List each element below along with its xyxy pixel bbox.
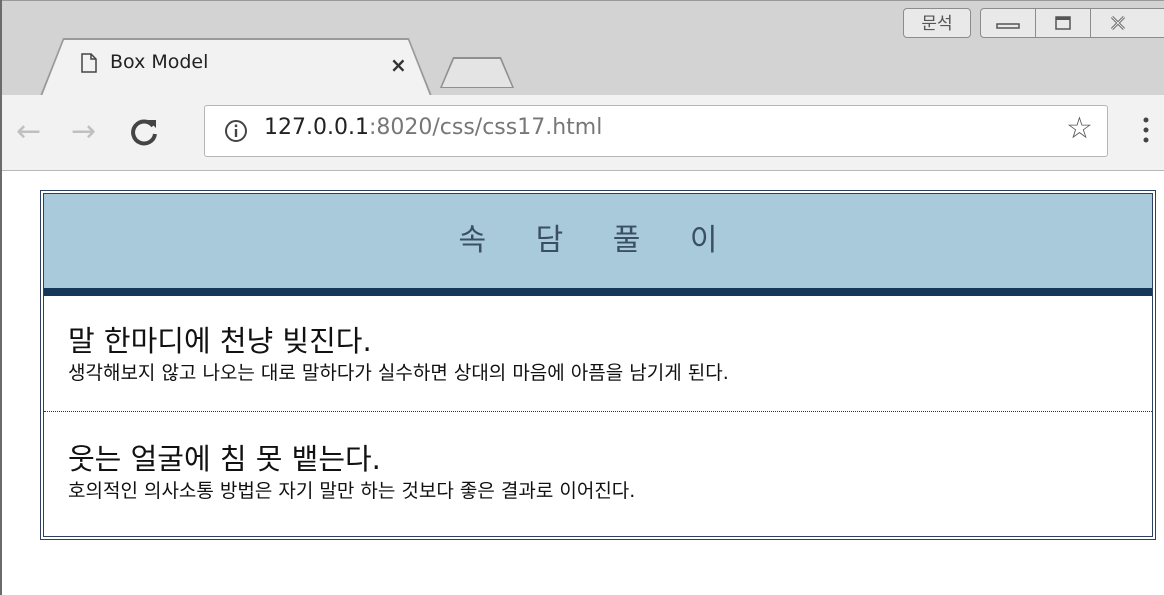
proverb-box: 속 담 풀 이 말 한마디에 천냥 빚진다. 생각해보지 않고 나오는 대로 말… bbox=[40, 190, 1156, 540]
tab-close-icon[interactable]: × bbox=[390, 53, 407, 77]
menu-icon[interactable] bbox=[1142, 115, 1150, 145]
info-icon[interactable] bbox=[224, 119, 248, 143]
minimize-button[interactable] bbox=[980, 8, 1036, 38]
new-tab-button[interactable] bbox=[442, 59, 512, 87]
url-host: 127.0.0.1 bbox=[264, 115, 369, 140]
proverb-text: 말 한마디에 천냥 빚진다. bbox=[68, 324, 372, 358]
browser-window: Box Model × 문석 ← → 127.0.0.1:8020/css/cs… bbox=[0, 0, 1164, 595]
ime-button[interactable]: 문석 bbox=[903, 8, 971, 38]
tab-box-model[interactable] bbox=[42, 40, 430, 96]
box-header: 속 담 풀 이 bbox=[44, 194, 1152, 296]
url-path: :8020/css/css17.html bbox=[368, 115, 603, 140]
back-arrow-icon[interactable]: ← bbox=[16, 117, 41, 147]
forward-arrow-icon[interactable]: → bbox=[71, 117, 96, 147]
close-window-button[interactable] bbox=[1090, 8, 1164, 38]
proverb-meaning: 호의적인 의사소통 방법은 자기 말만 하는 것보다 좋은 결과로 이어진다. bbox=[68, 480, 636, 502]
maximize-button[interactable] bbox=[1035, 8, 1091, 38]
proverb-item: 웃는 얼굴에 침 못 뱉는다. 호의적인 의사소통 방법은 자기 말만 하는 것… bbox=[44, 412, 1152, 536]
url-text[interactable]: 127.0.0.1:8020/css/css17.html bbox=[264, 115, 602, 140]
close-icon bbox=[1110, 15, 1126, 31]
maximize-icon bbox=[1055, 16, 1071, 30]
proverb-text: 웃는 얼굴에 침 못 뱉는다. bbox=[68, 442, 381, 476]
tab-title: Box Model bbox=[110, 51, 209, 73]
proverb-item: 말 한마디에 천냥 빚진다. 생각해보지 않고 나오는 대로 말하다가 실수하면… bbox=[44, 296, 1152, 412]
box-title: 속 담 풀 이 bbox=[458, 223, 738, 258]
page-icon bbox=[81, 53, 97, 73]
reload-icon[interactable] bbox=[126, 114, 162, 150]
minimize-icon bbox=[996, 23, 1020, 29]
bookmark-star-icon[interactable]: ☆ bbox=[1066, 114, 1093, 144]
proverb-meaning: 생각해보지 않고 나오는 대로 말하다가 실수하면 상대의 마음에 아픔을 남기… bbox=[68, 362, 729, 384]
page-viewport: 속 담 풀 이 말 한마디에 천냥 빚진다. 생각해보지 않고 나오는 대로 말… bbox=[4, 171, 1164, 595]
